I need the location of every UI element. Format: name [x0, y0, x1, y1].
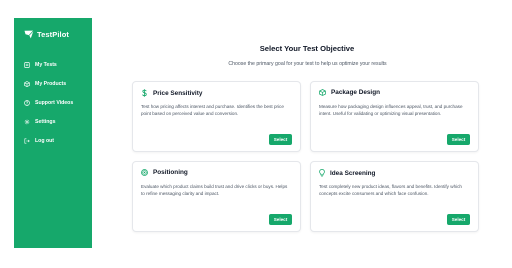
paper-plane-icon: [24, 29, 34, 38]
sidebar-item-label: My Tests: [35, 61, 57, 68]
objective-card-idea-screening[interactable]: Idea Screening Test completely new produ…: [310, 161, 479, 232]
brand-logo[interactable]: TestPilot: [24, 28, 92, 40]
page-subtitle: Choose the primary goal for your test to…: [228, 61, 387, 67]
card-title: Positioning: [153, 169, 188, 176]
sidebar-item-settings[interactable]: Settings: [24, 117, 92, 126]
select-button[interactable]: Select: [269, 214, 292, 225]
sidebar-item-label: Settings: [35, 118, 56, 125]
products-icon: [24, 80, 30, 87]
card-title: Price Sensitivity: [153, 89, 203, 97]
sidebar: TestPilot My Tests My Products Support V…: [14, 18, 92, 248]
sidebar-item-my-tests[interactable]: My Tests: [24, 60, 92, 69]
card-description: Evaluate which product claims build trus…: [141, 184, 288, 196]
package-icon: [319, 89, 326, 96]
select-button[interactable]: Select: [447, 134, 470, 145]
card-description: Test how pricing affects interest and pu…: [141, 104, 284, 116]
lightbulb-icon: [319, 169, 325, 177]
card-description: Measure how packaging design influences …: [319, 104, 463, 116]
sidebar-item-log-out[interactable]: Log out: [24, 136, 92, 145]
gear-icon: [24, 119, 30, 125]
target-icon: [141, 169, 148, 176]
sidebar-item-label: Support Videos: [35, 99, 74, 106]
objective-card-package-design[interactable]: Package Design Measure how packaging des…: [310, 81, 479, 152]
select-button[interactable]: Select: [447, 214, 470, 225]
tests-icon: [24, 61, 30, 68]
card-description: Test completely new product ideas, flavo…: [319, 184, 462, 196]
page-title: Select Your Test Objective: [259, 44, 355, 53]
logout-icon: [24, 138, 30, 144]
help-icon: [24, 99, 30, 106]
sidebar-item-label: My Products: [35, 80, 67, 87]
objective-card-price-sensitivity[interactable]: Price Sensitivity Test how pricing affec…: [132, 81, 301, 152]
brand-name: TestPilot: [37, 29, 70, 39]
sidebar-item-my-products[interactable]: My Products: [24, 79, 92, 88]
sidebar-item-label: Log out: [35, 137, 55, 144]
card-title: Package Design: [331, 89, 381, 96]
dollar-icon: [141, 89, 148, 97]
objective-card-positioning[interactable]: Positioning Evaluate which product claim…: [132, 161, 301, 232]
card-title: Idea Screening: [330, 169, 376, 177]
select-button[interactable]: Select: [269, 134, 292, 145]
sidebar-item-support-videos[interactable]: Support Videos: [24, 98, 92, 107]
